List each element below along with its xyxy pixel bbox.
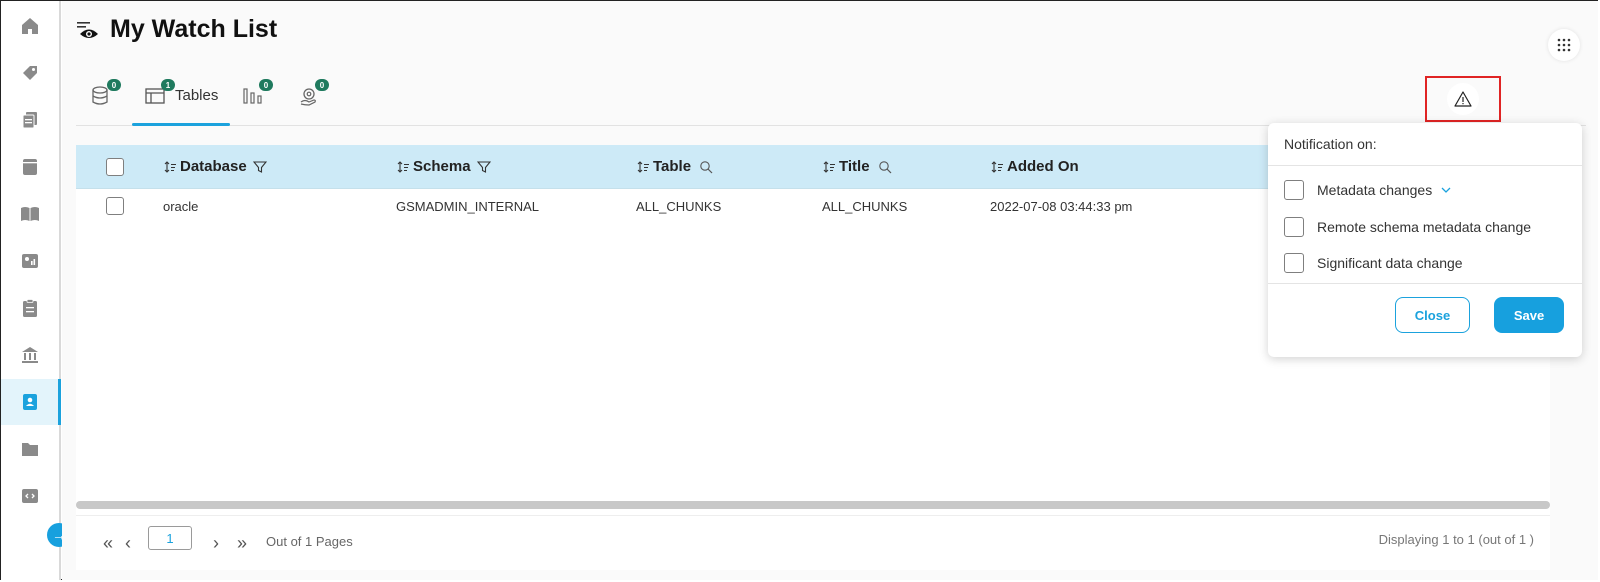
tab-label: Tables <box>175 87 219 104</box>
horizontal-scrollbar[interactable] <box>76 501 1550 509</box>
tab-databases[interactable]: 0 <box>90 79 121 125</box>
search-icon[interactable] <box>699 160 713 174</box>
select-all-checkbox[interactable] <box>106 145 124 188</box>
option-remote-schema-metadata-change[interactable]: Remote schema metadata change <box>1284 217 1531 237</box>
option-label: Significant data change <box>1317 255 1463 271</box>
last-page-button[interactable]: » <box>232 530 252 556</box>
book-icon <box>23 159 37 175</box>
sidebar-item-watchlist[interactable] <box>1 379 61 425</box>
sidebar-item-institution[interactable] <box>1 332 59 378</box>
sidebar-item-folder[interactable] <box>1 426 59 472</box>
tag-icon <box>23 66 37 80</box>
divider <box>1268 283 1582 284</box>
page-header: My Watch List <box>76 15 277 44</box>
double-chevron-left-icon: « <box>102 532 113 553</box>
watchlist-eye-icon <box>77 21 98 38</box>
column-header-database[interactable]: Database <box>163 145 267 188</box>
search-icon[interactable] <box>878 160 892 174</box>
sidebar-item-home[interactable] <box>1 3 59 49</box>
column-header-table[interactable]: Table <box>636 145 713 188</box>
column-label: Added On <box>1007 158 1079 175</box>
cell-table: ALL_CHUNKS <box>636 198 722 214</box>
sidebar-item-code[interactable] <box>1 473 59 519</box>
column-label: Database <box>180 158 247 175</box>
apps-menu-button[interactable] <box>1548 29 1580 61</box>
next-page-button[interactable]: › <box>206 530 226 556</box>
popover-heading: Notification on: <box>1268 123 1582 166</box>
open-book-icon <box>21 207 39 221</box>
tab-tables[interactable]: 1 Tables <box>132 79 230 126</box>
sidebar-item-documents[interactable] <box>1 97 59 143</box>
filter-icon[interactable] <box>476 160 491 174</box>
column-label: Table <box>653 158 692 175</box>
checkbox[interactable] <box>1284 253 1304 273</box>
code-icon <box>22 489 38 503</box>
sidebar-item-tasks[interactable] <box>1 285 59 331</box>
pagination-bar: « ‹ 1 › » Out of 1 Pages Displaying 1 to… <box>76 515 1550 570</box>
tab-reports[interactable]: 0 <box>242 79 273 125</box>
column-label: Title <box>839 158 870 175</box>
prev-page-button[interactable]: ‹ <box>118 530 138 556</box>
sort-icon <box>164 160 176 173</box>
chevron-left-icon: ‹ <box>125 532 131 553</box>
page-number-input[interactable]: 1 <box>148 526 192 550</box>
cell-title: ALL_CHUNKS <box>822 198 908 214</box>
sidebar-item-tags[interactable] <box>1 50 59 96</box>
first-page-button[interactable]: « <box>98 530 118 556</box>
column-header-added-on[interactable]: Added On <box>990 145 1079 188</box>
notification-alert-button[interactable] <box>1425 76 1501 122</box>
sidebar-item-library[interactable] <box>1 191 59 237</box>
folder-icon <box>22 443 38 456</box>
tab-settings[interactable]: 0 <box>298 79 329 125</box>
tab-badge: 0 <box>107 79 121 91</box>
tab-badge: 1 <box>161 79 175 91</box>
sidebar: → <box>1 1 71 580</box>
cell-schema: GSMADMIN_INTERNAL <box>396 198 540 214</box>
chevron-down-icon[interactable] <box>1440 184 1452 196</box>
page-title: My Watch List <box>110 15 278 43</box>
tab-badge: 0 <box>315 79 329 91</box>
tab-bar: 0 1 Tables 0 0 <box>76 77 1586 126</box>
warning-icon <box>1454 91 1472 107</box>
save-button[interactable]: Save <box>1494 297 1564 333</box>
column-header-title[interactable]: Title <box>822 145 892 188</box>
sidebar-item-dashboard[interactable] <box>1 238 59 284</box>
sort-icon <box>823 160 835 173</box>
checkbox[interactable] <box>1284 180 1304 200</box>
tab-badge: 0 <box>259 79 273 91</box>
row-checkbox[interactable] <box>106 189 124 223</box>
option-significant-data-change[interactable]: Significant data change <box>1284 253 1463 273</box>
dashboard-icon <box>22 254 38 268</box>
checkbox[interactable] <box>1284 217 1304 237</box>
sort-icon <box>991 160 1003 173</box>
page-count-text: Out of 1 Pages <box>266 534 353 549</box>
column-label: Schema <box>413 158 471 175</box>
notification-popover: Notification on: Metadata changes Remote… <box>1268 123 1582 357</box>
close-button[interactable]: Close <box>1395 297 1470 333</box>
cell-database: oracle <box>163 198 199 214</box>
sort-icon <box>637 160 649 173</box>
option-label: Remote schema metadata change <box>1317 219 1532 235</box>
documents-icon <box>22 112 37 129</box>
display-range-text: Displaying 1 to 1 (out of 1 ) <box>1378 532 1534 547</box>
column-header-schema[interactable]: Schema <box>396 145 491 188</box>
sort-icon <box>397 160 409 173</box>
grid-dots-icon <box>1557 38 1571 52</box>
filter-icon[interactable] <box>252 160 267 174</box>
home-icon <box>22 18 38 34</box>
clipboard-icon <box>23 299 37 317</box>
bank-icon <box>22 347 38 363</box>
double-chevron-right-icon: » <box>236 532 247 553</box>
sidebar-item-book[interactable] <box>1 144 59 190</box>
option-metadata-changes[interactable]: Metadata changes <box>1284 180 1452 200</box>
contacts-icon <box>23 394 37 410</box>
option-label: Metadata changes <box>1317 182 1433 198</box>
cell-added-on: 2022-07-08 03:44:33 pm <box>990 198 1133 214</box>
chevron-right-icon: › <box>213 532 219 553</box>
